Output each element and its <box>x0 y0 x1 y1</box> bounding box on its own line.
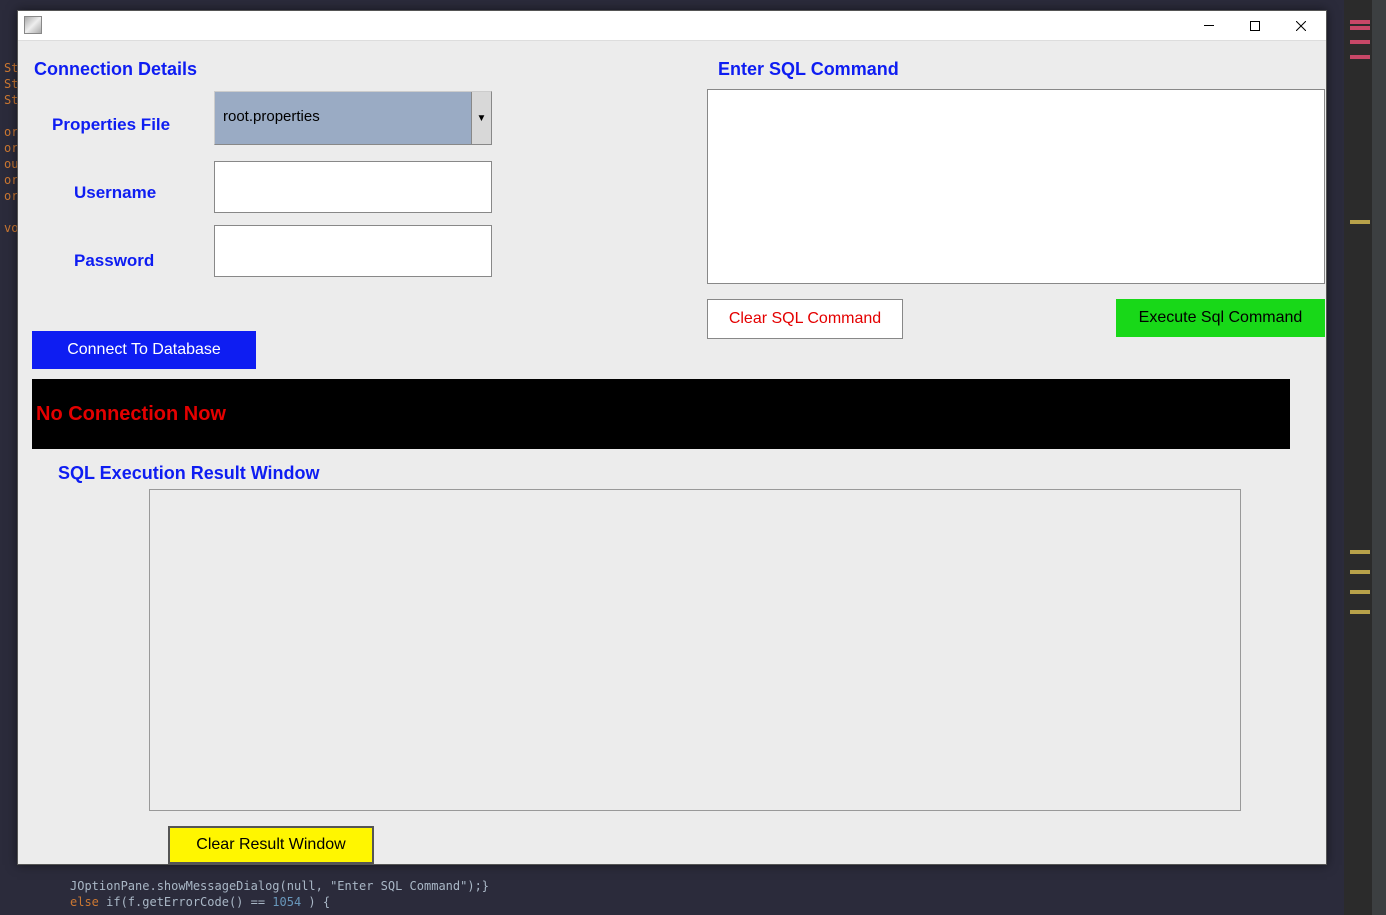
connect-database-button[interactable]: Connect To Database <box>32 331 256 369</box>
minimize-icon <box>1204 25 1214 26</box>
maximize-icon <box>1250 21 1260 31</box>
password-input[interactable] <box>214 225 492 277</box>
content-area: Connection Details Enter SQL Command Pro… <box>18 41 1326 864</box>
properties-file-combobox[interactable]: root.properties ▼ <box>214 91 492 145</box>
username-input[interactable] <box>214 161 492 213</box>
sql-command-textarea[interactable] <box>707 89 1325 284</box>
enter-sql-header: Enter SQL Command <box>718 59 899 80</box>
close-icon <box>1296 21 1306 31</box>
clear-sql-button[interactable]: Clear SQL Command <box>707 299 903 339</box>
connection-details-header: Connection Details <box>34 59 197 80</box>
result-window-header: SQL Execution Result Window <box>58 463 320 484</box>
main-window: Connection Details Enter SQL Command Pro… <box>17 10 1327 865</box>
status-text: No Connection Now <box>36 403 226 426</box>
execute-sql-button[interactable]: Execute Sql Command <box>1116 299 1325 337</box>
clear-result-button[interactable]: Clear Result Window <box>168 826 374 864</box>
connection-status: No Connection Now <box>32 379 1290 449</box>
ide-right-gutter <box>1344 0 1386 915</box>
username-label: Username <box>74 183 156 203</box>
result-panel <box>149 489 1241 811</box>
scrollbar[interactable] <box>1372 0 1386 915</box>
properties-file-label: Properties File <box>52 115 170 135</box>
minimize-button[interactable] <box>1186 12 1232 40</box>
chevron-down-icon: ▼ <box>471 92 491 144</box>
close-button[interactable] <box>1278 12 1324 40</box>
titlebar[interactable] <box>18 11 1326 41</box>
maximize-button[interactable] <box>1232 12 1278 40</box>
properties-file-value: root.properties <box>215 92 471 144</box>
java-app-icon <box>24 16 42 34</box>
password-label: Password <box>74 251 154 271</box>
